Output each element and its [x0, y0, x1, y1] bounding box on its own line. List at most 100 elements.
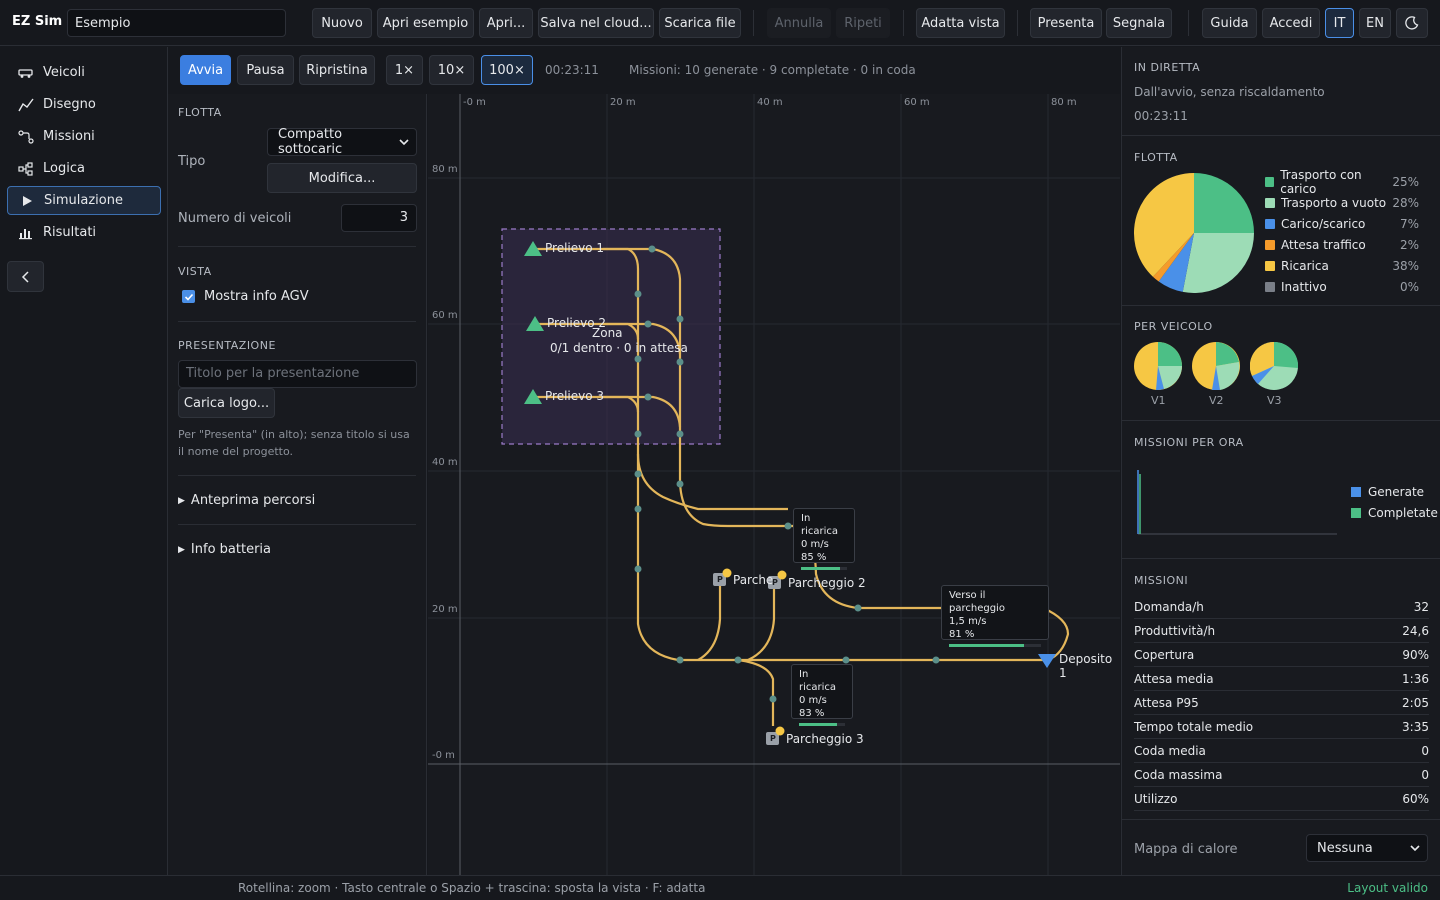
metric-row: Attesa media 1:36: [1134, 667, 1429, 691]
metric-label: Produttività/h: [1134, 623, 1216, 638]
agv-speed: 0 m/s: [799, 695, 827, 706]
parking-label[interactable]: Parcheggio 3: [786, 732, 864, 746]
nav-item-draw[interactable]: Disegno: [7, 90, 161, 119]
legend-completed: Completate: [1351, 506, 1438, 520]
nav-item-simulation[interactable]: Simulazione: [7, 186, 161, 215]
project-name-input[interactable]: [67, 9, 286, 37]
report-button[interactable]: Segnala: [1106, 8, 1172, 38]
y-tick-label: 20 m: [432, 604, 458, 615]
legend-swatch: [1351, 508, 1361, 518]
present-button[interactable]: Presenta: [1030, 8, 1102, 38]
parking-markers: [713, 568, 787, 745]
type-label: Tipo: [178, 154, 206, 169]
fleet-legend-item: Trasporto con carico 25%: [1265, 168, 1419, 196]
agv-card[interactable]: In ricarica 0 m/s 85 %: [793, 508, 855, 570]
y-tick-label: 60 m: [432, 310, 458, 321]
metric-row: Coda media 0: [1134, 739, 1429, 763]
save-cloud-button[interactable]: Salva nel cloud...: [538, 8, 654, 38]
agv-card[interactable]: Verso il parcheggio 1,5 m/s 81 %: [941, 585, 1049, 647]
parking-label-truncated[interactable]: Parche: [733, 573, 773, 587]
collapse-sidebar-button[interactable]: [7, 261, 44, 292]
nav-item-missions[interactable]: Missioni: [7, 122, 161, 151]
parking-label[interactable]: Parcheggio 2: [788, 576, 866, 590]
speed-10x-button[interactable]: 10×: [429, 55, 474, 85]
redo-button[interactable]: Ripeti: [836, 8, 890, 38]
vehicle-pie-chart: [1250, 342, 1298, 390]
route-preview-label: Anteprima percorsi: [190, 493, 316, 508]
fit-view-button[interactable]: Adatta vista: [916, 8, 1005, 38]
agv-card[interactable]: In ricarica 0 m/s 83 %: [791, 664, 853, 726]
results-panel: IN DIRETTA Dall'avvio, senza riscaldamen…: [1121, 47, 1440, 875]
legend-label: Completate: [1368, 506, 1438, 520]
lang-en-button[interactable]: EN: [1359, 8, 1391, 38]
open-example-button[interactable]: Apri esempio: [377, 8, 474, 38]
agv-speed: 1,5 m/s: [949, 616, 987, 627]
pause-button[interactable]: Pausa: [237, 55, 294, 85]
play-icon: [18, 194, 36, 208]
results-icon: [17, 226, 35, 240]
legend-percent: 28%: [1392, 195, 1419, 210]
fleet-legend-item: Inattivo 0%: [1265, 278, 1419, 295]
divider: [178, 524, 416, 525]
metric-value: 3:35: [1402, 719, 1429, 734]
download-button[interactable]: Scarica file: [659, 8, 741, 38]
presentation-section-title: PRESENTAZIONE: [178, 339, 276, 352]
vehicle-icon: [17, 66, 35, 80]
simulation-settings-panel: FLOTTA Tipo Compatto sottocaric Modifica…: [168, 94, 427, 875]
route-preview-expander[interactable]: ▶ Anteprima percorsi: [178, 493, 315, 508]
y-tick-label: -0 m: [432, 750, 455, 761]
speed-1x-button[interactable]: 1×: [386, 55, 423, 85]
app-brand: EZ Sim: [12, 14, 63, 29]
footer-hint: Rotellina: zoom · Tasto centrale o Spazi…: [238, 881, 706, 895]
live-time: 00:23:11: [1134, 109, 1188, 123]
vehicle-pie-chart: [1134, 342, 1182, 390]
speed-100x-button[interactable]: 100×: [481, 55, 533, 85]
pickup-label[interactable]: Prelievo 1: [545, 241, 604, 255]
lang-it-button[interactable]: IT: [1325, 8, 1354, 38]
battery-info-expander[interactable]: ▶ Info batteria: [178, 542, 271, 557]
divider: [1122, 305, 1440, 306]
undo-button[interactable]: Annulla: [767, 8, 831, 38]
legend-swatch: [1265, 260, 1275, 271]
chevron-down-icon: [399, 139, 409, 146]
pickup-label[interactable]: Prelievo 3: [545, 389, 604, 403]
start-button[interactable]: Avvia: [180, 55, 231, 85]
nav-item-label: Simulazione: [44, 193, 123, 208]
missions-status: Missioni: 10 generate · 9 completate · 0…: [629, 63, 916, 77]
nav-item-results[interactable]: Risultati: [7, 218, 161, 247]
new-button[interactable]: Nuovo: [312, 8, 372, 38]
nav-item-vehicles[interactable]: Veicoli: [7, 58, 161, 87]
login-button[interactable]: Accedi: [1262, 8, 1320, 38]
nav-item-logic[interactable]: Logica: [7, 154, 161, 183]
layout-canvas[interactable]: -0 m 20 m 40 m 60 m 80 m 80 m 60 m 40 m …: [428, 94, 1120, 875]
metric-label: Domanda/h: [1134, 599, 1204, 614]
theme-toggle-button[interactable]: [1396, 8, 1428, 38]
vehicle-label: V2: [1209, 394, 1224, 407]
reset-button[interactable]: Ripristina: [299, 55, 375, 85]
upload-logo-button[interactable]: Carica logo...: [178, 388, 275, 418]
edit-vehicle-type-button[interactable]: Modifica...: [267, 163, 417, 193]
legend-generated: Generate: [1351, 485, 1424, 499]
x-tick-label: 80 m: [1051, 97, 1077, 108]
x-tick-label: -0 m: [463, 97, 486, 108]
divider: [178, 475, 416, 476]
vehicle-type-select[interactable]: Compatto sottocaric: [267, 127, 417, 157]
open-button[interactable]: Apri...: [479, 8, 533, 38]
heatmap-value: Nessuna: [1317, 840, 1373, 856]
agv-battery: 83 %: [799, 708, 825, 719]
caret-right-icon: ▶: [178, 544, 185, 555]
num-vehicles-input[interactable]: 3: [341, 204, 417, 232]
guide-button[interactable]: Guida: [1202, 8, 1257, 38]
presentation-title-input[interactable]: Titolo per la presentazione: [178, 360, 417, 388]
battery-bar-fill: [949, 644, 1024, 647]
legend-label: Trasporto con carico: [1280, 167, 1362, 196]
fleet-legend-item: Trasporto a vuoto 28%: [1265, 194, 1419, 211]
legend-swatch: [1265, 218, 1275, 229]
show-agv-checkbox[interactable]: [182, 290, 195, 303]
legend-swatch: [1265, 281, 1275, 292]
fleet-pie-chart: [1134, 173, 1254, 293]
metric-label: Utilizzo: [1134, 791, 1178, 806]
heatmap-select[interactable]: Nessuna: [1306, 834, 1428, 862]
depot-label[interactable]: Deposito 1: [1059, 652, 1120, 680]
x-tick-label: 20 m: [610, 97, 636, 108]
